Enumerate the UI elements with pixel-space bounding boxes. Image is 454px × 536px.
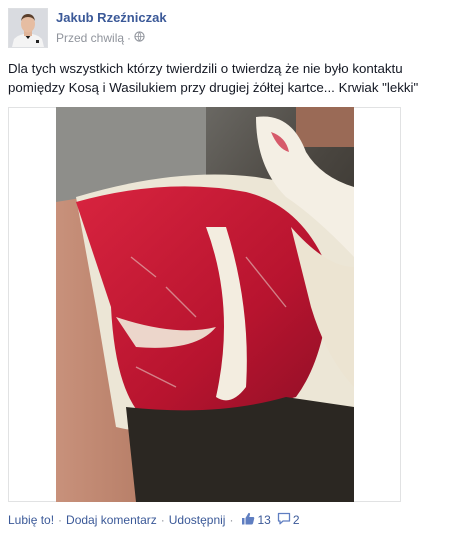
author-name[interactable]: Jakub Rzeźniczak [56,10,167,25]
action-separator: · [229,513,234,527]
like-count-button[interactable]: 13 [241,512,271,528]
post-photo-frame[interactable] [8,107,401,502]
speech-bubble-icon [277,512,291,528]
share-link[interactable]: Udostępnij [169,513,226,527]
bandaged-leg-photo [56,107,354,502]
comment-count-button[interactable]: 2 [277,512,300,528]
post-actions: Lubię to! · Dodaj komentarz · Udostępnij… [8,512,300,528]
post-timestamp[interactable]: Przed chwilą [56,31,124,45]
facebook-post: Jakub Rzeźniczak Przed chwilą · Dla tych… [0,0,454,536]
action-separator: · [58,513,63,527]
like-count: 13 [257,513,271,527]
post-photo[interactable] [56,107,354,502]
comment-count: 2 [292,513,300,527]
avatar-image [9,9,47,47]
like-link[interactable]: Lubię to! [8,513,54,527]
thumbs-up-icon [241,512,255,528]
meta-separator: · [127,31,132,45]
avatar[interactable] [8,8,48,48]
globe-icon[interactable] [134,31,145,45]
action-separator: · [160,513,165,527]
comment-link[interactable]: Dodaj komentarz [66,513,157,527]
post-meta: Przed chwilą · [56,31,145,45]
post-text: Dla tych wszystkich którzy twierdzili o … [8,61,419,95]
